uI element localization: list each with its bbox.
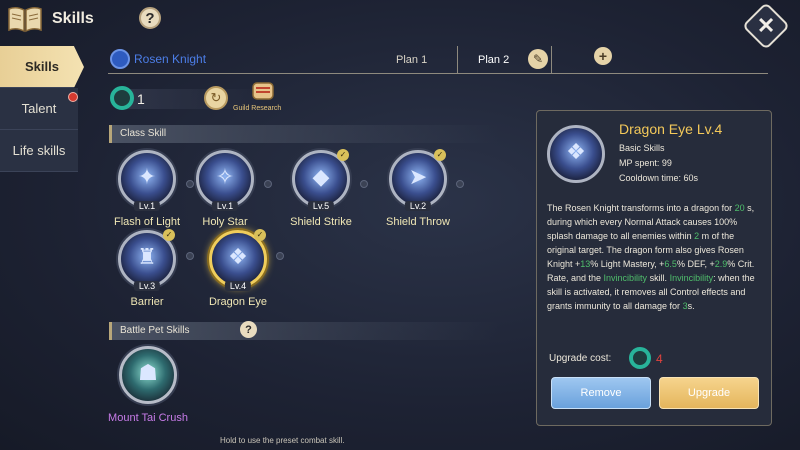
- skill-icon: ♜ Lv.3 ✓: [118, 229, 176, 291]
- flash-of-light-icon: ✦: [137, 163, 157, 189]
- dragon-eye-icon: ❖: [228, 243, 248, 269]
- skill-holy-star[interactable]: ✧ Lv.1 Holy Star: [183, 150, 267, 228]
- close-icon: ✕: [756, 13, 776, 38]
- skill-point-icon: [110, 86, 134, 110]
- reset-skills-button[interactable]: ↻: [204, 86, 228, 110]
- tab-plan-1[interactable]: Plan 1: [396, 54, 427, 66]
- tab-label: Talent: [21, 101, 57, 116]
- divider: [551, 46, 552, 74]
- tab-label: Life skills: [12, 143, 66, 158]
- pet-skills-header: Battle Pet Skills: [109, 322, 499, 340]
- detail-cooldown: Cooldown time: 60s: [619, 173, 699, 183]
- skill-name: Shield Strike: [290, 216, 352, 228]
- desc-text: % DEF, +: [676, 259, 715, 269]
- skill-name: Dragon Eye: [208, 296, 268, 308]
- equipped-check-icon: ✓: [163, 229, 175, 241]
- skill-icon: ✦ Lv.1: [118, 150, 176, 211]
- header: Skills ? ✕: [0, 0, 800, 51]
- skill-level: Lv.2: [404, 201, 432, 211]
- skill-icon: ◆ Lv.5 ✓: [292, 149, 350, 211]
- equipped-check-icon: ✓: [337, 149, 349, 161]
- skill-level: Lv.1: [133, 201, 161, 211]
- skill-level: Lv.1: [211, 201, 239, 211]
- desc-text: The Rosen Knight transforms into a drago…: [547, 203, 735, 213]
- skill-name: Flash of Light: [113, 216, 181, 228]
- tab-label: Skills: [25, 59, 59, 74]
- skill-shield-strike[interactable]: ◆ Lv.5 ✓ Shield Strike: [279, 149, 363, 228]
- skill-level: Lv.4: [224, 281, 252, 291]
- slot-dot: [186, 252, 194, 260]
- upgrade-cost-value: 4: [656, 352, 663, 366]
- skill-icon: ☗: [119, 346, 177, 404]
- tab-life-skills[interactable]: Life skills: [0, 130, 78, 172]
- desc-value: 20: [734, 203, 745, 213]
- detail-mp: MP spent: 99: [619, 158, 672, 168]
- skill-level: Lv.5: [307, 201, 335, 211]
- tab-talent[interactable]: Talent: [0, 88, 78, 130]
- hint-text: Hold to use the preset combat skill.: [220, 436, 345, 445]
- desc-value: 6.5: [664, 259, 677, 269]
- slot-dot: [276, 252, 284, 260]
- skill-icon: ❖ Lv.4 ✓: [209, 229, 267, 291]
- skill-points-value: 1: [137, 91, 145, 107]
- remove-button[interactable]: Remove: [551, 377, 651, 409]
- upgrade-cost-label: Upgrade cost:: [549, 353, 612, 364]
- tab-skills[interactable]: Skills: [0, 46, 84, 88]
- class-skill-header: Class Skill: [109, 125, 499, 143]
- class-emblem-icon: [110, 49, 130, 69]
- skill-name: Mount Tai Crush: [108, 412, 188, 424]
- dragon-eye-icon: ❖: [566, 138, 586, 164]
- equipped-check-icon: ✓: [254, 229, 266, 241]
- skill-flash-of-light[interactable]: ✦ Lv.1 Flash of Light: [105, 150, 189, 228]
- edit-plan-button[interactable]: ✎: [528, 49, 548, 69]
- detail-description: The Rosen Knight transforms into a drago…: [547, 201, 765, 313]
- upgrade-button[interactable]: Upgrade: [659, 377, 759, 409]
- desc-value: 2.9: [714, 259, 728, 269]
- equipped-check-icon: ✓: [434, 149, 446, 161]
- skill-barrier[interactable]: ♜ Lv.3 ✓ Barrier: [105, 229, 189, 308]
- skill-detail-panel: ❖ Dragon Eye Lv.4 Basic Skills MP spent:…: [536, 110, 772, 426]
- divider: [457, 46, 458, 74]
- slot-dot: [264, 180, 272, 188]
- skill-icon: ➤ Lv.2 ✓: [389, 149, 447, 211]
- book-icon[interactable]: [6, 4, 44, 34]
- desc-text: s.: [687, 301, 695, 311]
- desc-value: Invincibility: [669, 273, 714, 283]
- skill-shield-throw[interactable]: ➤ Lv.2 ✓ Shield Throw: [376, 149, 460, 228]
- desc-value: 13: [580, 259, 591, 269]
- tab-plan-2[interactable]: Plan 2: [478, 54, 509, 66]
- detail-skill-icon: ❖: [547, 125, 605, 183]
- skill-mount-tai-crush[interactable]: ☗ Mount Tai Crush: [106, 346, 190, 424]
- skill-dragon-eye[interactable]: ❖ Lv.4 ✓ Dragon Eye: [196, 229, 280, 308]
- help-button[interactable]: ?: [139, 7, 161, 29]
- desc-text: skill.: [647, 273, 670, 283]
- guild-research-label[interactable]: Guild Research: [233, 105, 281, 112]
- plan-bar: Rosen Knight Plan 1 Plan 2 ✎ +: [108, 46, 768, 74]
- slot-dot: [360, 180, 368, 188]
- skill-point-icon: [629, 347, 651, 369]
- barrier-icon: ♜: [137, 243, 157, 269]
- skill-name: Shield Throw: [386, 216, 450, 228]
- detail-type: Basic Skills: [619, 143, 665, 153]
- page-title: Skills: [52, 10, 94, 27]
- desc-text: % Light Mastery, +: [590, 259, 665, 269]
- shield-strike-icon: ◆: [312, 163, 330, 189]
- notification-dot: [68, 92, 78, 102]
- holy-star-icon: ✧: [215, 163, 235, 189]
- class-name: Rosen Knight: [134, 52, 207, 66]
- pet-skills-help-button[interactable]: ?: [240, 321, 257, 338]
- skill-name: Barrier: [130, 296, 164, 308]
- shield-throw-icon: ➤: [408, 163, 428, 189]
- skill-name: Holy Star: [202, 216, 248, 228]
- pet-beast-icon: ☗: [138, 359, 158, 385]
- add-plan-button[interactable]: +: [594, 47, 612, 65]
- skill-icon: ✧ Lv.1: [196, 150, 254, 211]
- skill-level: Lv.3: [133, 281, 161, 291]
- guild-research-icon[interactable]: [250, 80, 276, 102]
- detail-title: Dragon Eye Lv.4: [619, 121, 723, 137]
- side-tabs: Skills Talent Life skills: [0, 46, 84, 172]
- desc-value: Invincibility: [603, 273, 648, 283]
- slot-dot: [456, 180, 464, 188]
